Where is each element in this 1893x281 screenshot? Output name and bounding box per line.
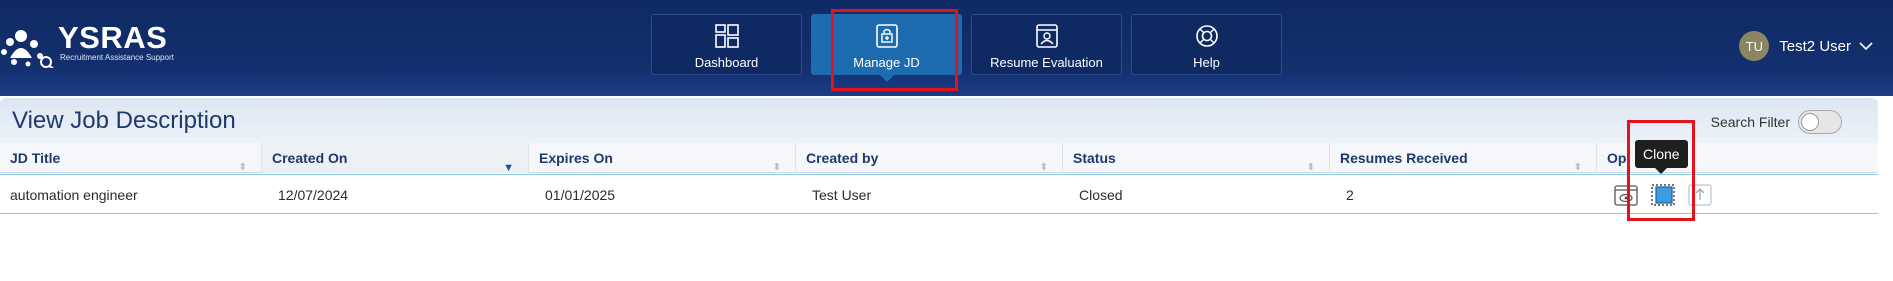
- search-filter-toggle[interactable]: [1798, 110, 1842, 134]
- manage-jd-highlight: [831, 9, 958, 91]
- nav-help-label: Help: [1193, 55, 1220, 70]
- cell-created-on: 12/07/2024: [278, 187, 349, 203]
- user-menu[interactable]: TU Test2 User: [1739, 30, 1873, 62]
- cell-status: Closed: [1079, 187, 1123, 203]
- main-content: View Job Description Search Filter JD Ti…: [0, 98, 1878, 281]
- nav-dashboard-label: Dashboard: [694, 55, 759, 70]
- column-status[interactable]: Status ⬍: [1063, 143, 1330, 173]
- help-icon: [1195, 25, 1218, 47]
- page-header: View Job Description Search Filter: [0, 98, 1878, 143]
- avatar: TU: [1739, 31, 1770, 61]
- cell-resumes-received: 2: [1346, 187, 1354, 203]
- column-label: Created On: [272, 150, 348, 166]
- toggle-knob: [1801, 113, 1819, 131]
- column-label: Op: [1607, 150, 1627, 166]
- column-label: Expires On: [539, 150, 613, 166]
- user-name: Test2 User: [1779, 37, 1851, 55]
- clone-highlight: [1627, 120, 1695, 221]
- resume-icon: [1035, 24, 1058, 48]
- table-row[interactable]: automation engineer 12/07/2024 01/01/202…: [0, 174, 1878, 214]
- page-title: View Job Description: [12, 107, 236, 134]
- nav-dashboard[interactable]: Dashboard: [651, 14, 802, 75]
- column-jd-title[interactable]: JD Title ⬍: [0, 143, 262, 173]
- column-created-on[interactable]: Created On ▼: [262, 143, 529, 174]
- column-label: Status: [1073, 150, 1116, 166]
- nav-resume-evaluation[interactable]: Resume Evaluation: [971, 14, 1122, 75]
- nav-help[interactable]: Help: [1131, 14, 1282, 75]
- column-expires-on[interactable]: Expires On ⬍: [529, 143, 796, 173]
- column-resumes-received[interactable]: Resumes Received ⬍: [1330, 143, 1597, 173]
- column-created-by[interactable]: Created by ⬍: [796, 143, 1063, 173]
- search-filter: Search Filter: [1711, 110, 1842, 134]
- dashboard-icon: [714, 24, 739, 48]
- brand-name: YSRAS: [58, 20, 168, 55]
- nav-resume-evaluation-label: Resume Evaluation: [990, 55, 1103, 70]
- column-label: Resumes Received: [1340, 150, 1468, 166]
- brand-tagline: Recruitment Assistance Support: [60, 53, 174, 62]
- cell-created-by: Test User: [812, 187, 872, 203]
- cell-jd-title: automation engineer: [10, 187, 138, 203]
- search-filter-label: Search Filter: [1710, 114, 1790, 130]
- table-header: JD Title ⬍ Created On ▼ Expires On ⬍ Cre…: [0, 143, 1878, 174]
- chevron-down-icon: [1859, 42, 1873, 51]
- column-label: JD Title: [10, 150, 61, 166]
- logo-people-icon: [1, 30, 54, 69]
- cell-expires-on: 01/01/2025: [545, 187, 616, 203]
- column-label: Created by: [806, 150, 879, 166]
